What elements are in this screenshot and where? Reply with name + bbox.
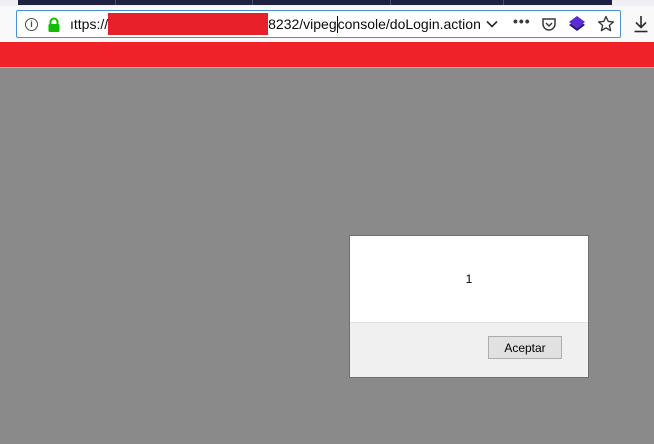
- url-path-tail: console/doLogin.action: [337, 16, 481, 32]
- layers-icon[interactable]: [568, 15, 586, 33]
- star-icon[interactable]: [597, 15, 615, 33]
- tab-separator: [252, 0, 253, 5]
- tab-separator: [115, 0, 116, 5]
- url-scheme: ıttps://: [70, 16, 109, 32]
- ok-button[interactable]: Aceptar: [488, 336, 562, 359]
- redacted-host: [108, 13, 269, 35]
- banner-divider: [0, 67, 654, 68]
- tab-separator: [390, 0, 391, 5]
- pocket-icon[interactable]: [541, 16, 557, 32]
- tab-bar[interactable]: [18, 0, 612, 5]
- url-text[interactable]: ıttps:// 8232/vipeg console/doLogin.acti…: [70, 11, 481, 37]
- chevron-down-icon[interactable]: [485, 17, 499, 31]
- lock-icon[interactable]: [46, 17, 62, 33]
- alert-dialog: 1 Aceptar: [349, 235, 589, 378]
- info-icon[interactable]: i: [25, 18, 38, 31]
- url-port-path: 8232/vipeg: [268, 16, 337, 32]
- download-icon[interactable]: [633, 15, 649, 33]
- more-icon[interactable]: •••: [513, 13, 531, 29]
- dialog-message: 1: [465, 272, 473, 286]
- browser-toolbar: i ıttps:// 8232/vipeg console/doLogin.ac…: [0, 6, 654, 42]
- address-bar[interactable]: i ıttps:// 8232/vipeg console/doLogin.ac…: [16, 10, 621, 38]
- tab-separator: [503, 0, 504, 5]
- page-banner: [0, 42, 654, 67]
- dialog-footer: Aceptar: [350, 322, 588, 377]
